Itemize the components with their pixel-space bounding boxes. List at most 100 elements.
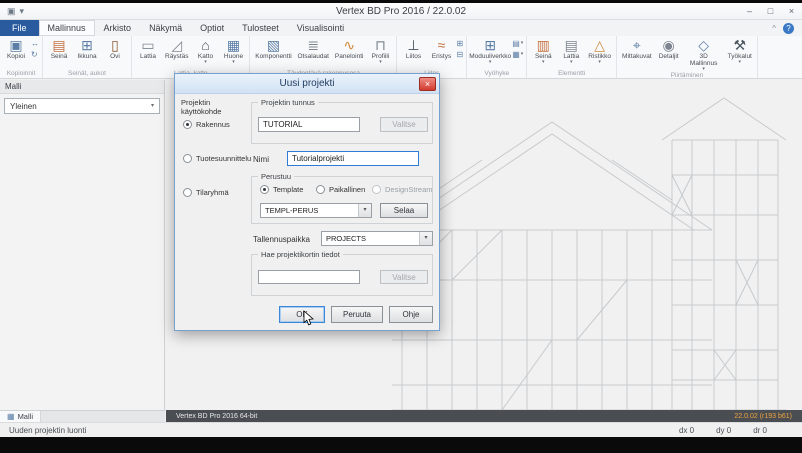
ribbon-group-taydentava: ▧ Komponentti ≣ Otsalaudat ∿ Panelointi … <box>250 36 397 78</box>
module-grid-button[interactable]: ⊞ Moduuliverkko ▾ <box>470 37 510 65</box>
radio-paikallinen[interactable]: Paikallinen <box>316 185 365 194</box>
chevron-down-icon: ▾ <box>358 204 371 217</box>
chevron-down-icon: ▾ <box>542 60 545 65</box>
details-button[interactable]: ◉ Detaljit <box>656 37 682 60</box>
project-card-select-button[interactable]: Valitse <box>380 270 428 284</box>
ok-button[interactable]: OK <box>279 306 325 323</box>
chevron-down-icon: ▾ <box>232 60 235 65</box>
fascia-button[interactable]: ≣ Otsalaudat <box>295 37 330 60</box>
close-button[interactable]: × <box>781 4 802 19</box>
ribbon-group-vyohyke: ⊞ Moduuliverkko ▾ ▤▾ ▦▾ Vyöhyke <box>467 36 527 78</box>
project-id-field[interactable]: TUTORIAL <box>258 117 360 132</box>
panel-tab-malli[interactable]: ▦ Malli <box>0 411 41 422</box>
minimize-button[interactable]: – <box>739 4 760 19</box>
radio-rakennus[interactable]: Rakennus <box>183 120 230 129</box>
dx-value: dx 0 <box>679 426 694 435</box>
chevron-down-icon: ▾ <box>204 60 207 65</box>
radio-designstream[interactable]: DesignStream <box>372 185 433 194</box>
letterbox-bar <box>0 437 802 447</box>
insulation-icon: ≈ <box>438 38 446 53</box>
paneling-button[interactable]: ∿ Panelointi <box>333 37 366 60</box>
zone-option-icon[interactable]: ▦▾ <box>512 50 523 59</box>
window-button[interactable]: ⊞ Ikkuna <box>74 37 100 60</box>
insulation-button[interactable]: ≈ Eristys <box>428 37 454 60</box>
component-icon: ▧ <box>267 38 280 53</box>
chevron-down-icon: ▾ <box>739 60 742 65</box>
dialog-close-button[interactable]: × <box>419 77 436 91</box>
dialog-titlebar[interactable]: Uusi projekti × <box>175 74 439 94</box>
element-floor-icon: ▤ <box>565 38 578 53</box>
radio-dot <box>260 185 269 194</box>
door-button[interactable]: ▯ Ovi <box>102 37 128 60</box>
element-floor-button[interactable]: ▤ Lattia ▾ <box>558 37 584 65</box>
radio-dot <box>183 120 192 129</box>
joint-option-icon[interactable]: ⊞ <box>456 39 463 48</box>
wall-button[interactable]: ▤ Seinä <box>46 37 72 60</box>
element-wall-icon: ▥ <box>537 38 550 53</box>
group-label: Elementti <box>530 70 613 78</box>
tab-visualisointi[interactable]: Visualisointi <box>288 20 353 36</box>
help-icon[interactable]: ? <box>783 23 794 34</box>
element-wall-button[interactable]: ▥ Seinä ▾ <box>530 37 556 65</box>
door-icon: ▯ <box>111 38 119 53</box>
move-icon[interactable]: ↔ <box>31 39 39 48</box>
dimension-views-button[interactable]: ⌖ Mittakuvat <box>620 37 654 60</box>
room-button[interactable]: ▦ Huone ▾ <box>220 37 246 65</box>
tab-nakyma[interactable]: Näkymä <box>140 20 191 36</box>
project-id-select-button[interactable]: Valitse <box>380 117 428 132</box>
name-field[interactable]: Tutorialprojekti <box>287 151 419 166</box>
model-panel-header: Malli <box>0 80 164 94</box>
version-text: 22.0.02 (r193 b61) <box>734 413 792 420</box>
chevron-down-icon: ▾ <box>570 60 573 65</box>
group-label: Vyöhyke <box>470 70 523 78</box>
dr-value: dr 0 <box>753 426 767 435</box>
group-label: Seinät, aukot <box>46 70 128 78</box>
save-location-select[interactable]: PROJECTS ▾ <box>321 231 433 246</box>
roof-button[interactable]: ⌂ Katto ▾ <box>192 37 218 65</box>
maximize-button[interactable]: □ <box>760 4 781 19</box>
tab-mallinnus[interactable]: Mallinnus <box>39 20 95 36</box>
cancel-button[interactable]: Peruuta <box>331 306 383 323</box>
save-icon[interactable]: ▾ <box>20 6 25 16</box>
ribbon-group-elementti: ▥ Seinä ▾ ▤ Lattia ▾ △ Ristikko ▾ Elemen… <box>527 36 617 78</box>
3d-modeling-button[interactable]: ◇ 3D Mallinnus ▾ <box>684 37 724 72</box>
app-info-strip: Vertex BD Pro 2016 64-bit 22.0.02 (r193 … <box>166 410 802 422</box>
room-icon: ▦ <box>227 38 240 53</box>
ribbon-group-kopioinnit: ▣ Kopioi ↔ ↻ Kopioinnit <box>0 36 43 78</box>
save-location-label: Tallennuspaikka <box>253 235 310 244</box>
tab-optiot[interactable]: Optiot <box>191 20 233 36</box>
tools-button[interactable]: ⚒ Työkalut ▾ <box>726 37 754 65</box>
details-icon: ◉ <box>663 38 675 53</box>
copy-icon: ▣ <box>9 38 22 53</box>
model-tree-area[interactable] <box>0 114 164 421</box>
fascia-icon: ≣ <box>307 38 319 53</box>
help-button[interactable]: Ohje <box>389 306 433 323</box>
rotate-icon[interactable]: ↻ <box>31 50 39 59</box>
template-select[interactable]: TEMPL-PERUS ▾ <box>260 203 372 218</box>
model-select[interactable]: Yleinen ▾ <box>4 98 160 114</box>
radio-template[interactable]: Template <box>260 185 303 194</box>
tab-arkisto[interactable]: Arkisto <box>95 20 141 36</box>
joint-button[interactable]: ⊥ Liitos <box>400 37 426 60</box>
project-card-field[interactable] <box>258 270 360 284</box>
profile-icon: ⊓ <box>375 38 386 53</box>
based-on-group: Perustuu Template Paikallinen DesignStre… <box>251 176 433 224</box>
tab-file[interactable]: File <box>0 20 39 36</box>
floor-button[interactable]: ▭ Lattia <box>135 37 161 60</box>
radio-tilaryhma[interactable]: Tilaryhmä <box>183 188 229 197</box>
joint-option-icon[interactable]: ⊟ <box>456 50 463 59</box>
profile-button[interactable]: ⊓ Profiili ▾ <box>367 37 393 65</box>
truss-button[interactable]: △ Ristikko ▾ <box>586 37 613 65</box>
module-grid-icon: ⊞ <box>484 38 496 53</box>
zone-option-icon[interactable]: ▤▾ <box>512 39 523 48</box>
coordinate-readout: dx 0 dy 0 dr 0 <box>679 426 793 435</box>
app-icon: ▣ <box>7 6 16 16</box>
component-button[interactable]: ▧ Komponentti <box>253 37 293 60</box>
copy-button[interactable]: ▣ Kopioi <box>3 37 29 60</box>
ribbon-collapse-icon[interactable]: ^ <box>772 24 776 33</box>
radio-tuotesuunnittelu[interactable]: Tuotesuunnittelu <box>183 154 251 163</box>
browse-button[interactable]: Selaa <box>380 203 428 218</box>
group-label: Kopioinnit <box>3 70 39 78</box>
tab-tulosteet[interactable]: Tulosteet <box>233 20 288 36</box>
eaves-button[interactable]: ◿ Räystäs <box>163 37 190 60</box>
